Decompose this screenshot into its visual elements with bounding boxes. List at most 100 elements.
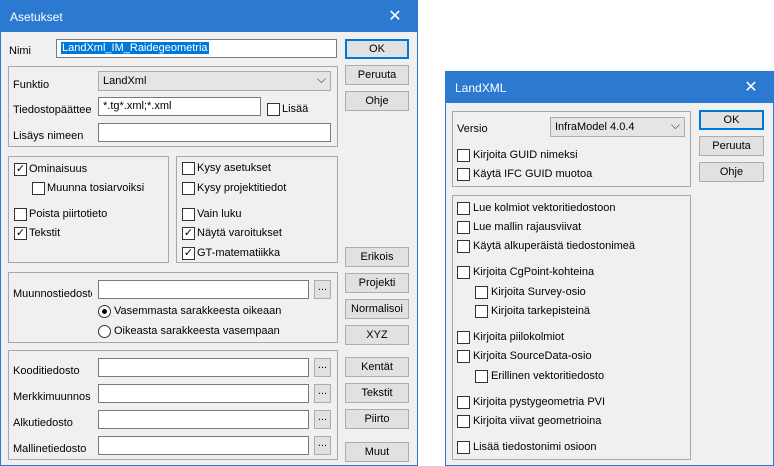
viivat-geometrioina-checkbox[interactable] (457, 415, 470, 428)
muunna-label: Muunna tosiarvoiksi (47, 182, 145, 194)
koodi-browse-button[interactable]: ... (314, 358, 331, 377)
radio-oikeasta-label: Oikeasta sarakkeesta vasempaan (114, 325, 280, 337)
asetukset-titlebar: Asetukset ✕ (1, 1, 417, 32)
dialog-title: LandXML (455, 81, 507, 95)
erillinen-vektori-checkbox[interactable] (475, 370, 488, 383)
tarkepisteina-label: Kirjoita tarkepisteinä (491, 305, 591, 317)
peruuta-button[interactable]: Peruuta (345, 65, 409, 85)
lue-kolmiot-label: Lue kolmiot vektoritiedostoon (473, 202, 616, 214)
nimi-field[interactable]: LandXml_IM_Raidegeometria (56, 39, 337, 58)
kysy-asetukset-label: Kysy asetukset (197, 162, 271, 174)
nimi-value: LandXml_IM_Raidegeometria (61, 42, 209, 54)
lue-kolmiot-checkbox[interactable] (457, 202, 470, 215)
nimi-label: Nimi (9, 45, 31, 57)
tekstit-checkbox[interactable]: ✓ (14, 227, 27, 240)
close-icon[interactable]: ✕ (373, 1, 417, 32)
tiedostonimi-osioon-label: Lisää tiedostonimi osioon (473, 441, 597, 453)
funktio-label: Funktio (13, 79, 50, 91)
landxml-ohje-button[interactable]: Ohje (699, 162, 764, 182)
tarkepisteina-checkbox[interactable] (475, 305, 488, 318)
vain-luku-checkbox[interactable] (182, 208, 195, 221)
cgpoint-checkbox[interactable] (457, 266, 470, 279)
cgpoint-label: Kirjoita CgPoint-kohteina (473, 266, 595, 278)
alku-browse-button[interactable]: ... (314, 410, 331, 429)
nayta-varoitukset-label: Näytä varoitukset (197, 227, 282, 239)
lue-rajausviivat-checkbox[interactable] (457, 221, 470, 234)
xyz-button[interactable]: XYZ (345, 325, 409, 345)
alkuperainen-nimi-checkbox[interactable] (457, 240, 470, 253)
versio-select[interactable]: InfraModel 4.0.4 ⌵ (550, 117, 685, 137)
pystygeometria-label: Kirjoita pystygeometria PVI (473, 396, 606, 408)
tiedostopaate-label: Tiedostopäättee (13, 104, 92, 116)
koodi-field[interactable] (98, 358, 309, 377)
chevron-down-icon: ⌵ (316, 72, 326, 86)
versio-label: Versio (457, 123, 488, 135)
merkki-field[interactable] (98, 384, 309, 403)
landxml-peruuta-button[interactable]: Peruuta (699, 136, 764, 156)
lisaa-checkbox[interactable] (267, 103, 280, 116)
lue-rajausviivat-label: Lue mallin rajausviivat (473, 221, 582, 233)
landxml-ok-button[interactable]: OK (699, 110, 764, 130)
piilokolmiot-label: Kirjoita piilokolmiot (473, 331, 565, 343)
lisaa-label: Lisää (282, 103, 309, 115)
muunna-checkbox[interactable] (32, 182, 45, 195)
erillinen-vektori-label: Erillinen vektoritiedosto (491, 370, 605, 382)
kysy-asetukset-checkbox[interactable] (182, 162, 195, 175)
landxml-titlebar: LandXML ✕ (446, 72, 773, 103)
malline-browse-button[interactable]: ... (314, 436, 331, 455)
radio-vasemmasta-label: Vasemmasta sarakkeesta oikeaan (114, 305, 282, 317)
guid-nimeksi-label: Kirjoita GUID nimeksi (473, 149, 578, 161)
ominaisuus-label: Ominaisuus (29, 163, 88, 175)
koodi-label: Kooditiedosto (13, 365, 80, 377)
ifc-guid-checkbox[interactable] (457, 168, 470, 181)
tiedostonimi-osioon-checkbox[interactable] (457, 441, 470, 454)
guid-nimeksi-checkbox[interactable] (457, 149, 470, 162)
viivat-geometrioina-label: Kirjoita viivat geometrioina (473, 415, 602, 427)
funktio-select[interactable]: LandXml ⌵ (98, 71, 331, 91)
chevron-down-icon: ⌵ (670, 118, 680, 132)
alku-field[interactable] (98, 410, 309, 429)
gt-matematiikka-checkbox[interactable]: ✓ (182, 247, 195, 260)
projekti-button[interactable]: Projekti (345, 273, 409, 293)
survey-osio-label: Kirjoita Survey-osio (491, 286, 586, 298)
tekstit-button[interactable]: Tekstit (345, 383, 409, 403)
muunnos-browse-button[interactable]: ... (314, 280, 331, 299)
muunnos-field[interactable] (98, 280, 309, 299)
poista-checkbox[interactable] (14, 208, 27, 221)
gt-matematiikka-label: GT-matematiikka (197, 247, 281, 259)
merkki-label: Merkkimuunnos (13, 391, 91, 403)
dialog-title: Asetukset (10, 10, 63, 24)
funktio-value: LandXml (103, 75, 147, 87)
malline-label: Mallinetiedosto (13, 443, 87, 455)
sourcedata-label: Kirjoita SourceData-osio (473, 350, 592, 362)
kysy-projektitiedot-label: Kysy projektitiedot (197, 182, 287, 194)
kysy-projektitiedot-checkbox[interactable] (182, 182, 195, 195)
survey-osio-checkbox[interactable] (475, 286, 488, 299)
tiedostopaate-field[interactable]: *.tg*.xml;*.xml (98, 97, 261, 116)
piirto-button[interactable]: Piirto (345, 409, 409, 429)
erikois-button[interactable]: Erikois (345, 247, 409, 267)
malline-field[interactable] (98, 436, 309, 455)
kentat-button[interactable]: Kentät (345, 357, 409, 377)
versio-value: InfraModel 4.0.4 (555, 121, 635, 133)
vain-luku-label: Vain luku (197, 208, 242, 220)
ominaisuus-checkbox[interactable]: ✓ (14, 163, 27, 176)
sourcedata-checkbox[interactable] (457, 350, 470, 363)
lisays-label: Lisäys nimeen (13, 130, 84, 142)
poista-label: Poista piirtotieto (29, 208, 108, 220)
muut-button[interactable]: Muut (345, 442, 409, 462)
ifc-guid-label: Käytä IFC GUID muotoa (473, 168, 593, 180)
ok-button[interactable]: OK (345, 39, 409, 59)
radio-vasemmasta[interactable] (98, 305, 111, 318)
nayta-varoitukset-checkbox[interactable]: ✓ (182, 227, 195, 240)
asetukset-dialog: Asetukset ✕ Nimi LandXml_IM_Raidegeometr… (0, 0, 418, 466)
ohje-button[interactable]: Ohje (345, 91, 409, 111)
merkki-browse-button[interactable]: ... (314, 384, 331, 403)
close-icon[interactable]: ✕ (729, 72, 773, 103)
landxml-dialog: LandXML ✕ Versio InfraModel 4.0.4 ⌵ Kirj… (445, 71, 774, 466)
radio-oikeasta[interactable] (98, 325, 111, 338)
pystygeometria-checkbox[interactable] (457, 396, 470, 409)
piilokolmiot-checkbox[interactable] (457, 331, 470, 344)
lisays-field[interactable] (98, 123, 331, 142)
normalisoi-button[interactable]: Normalisoi (345, 299, 409, 319)
